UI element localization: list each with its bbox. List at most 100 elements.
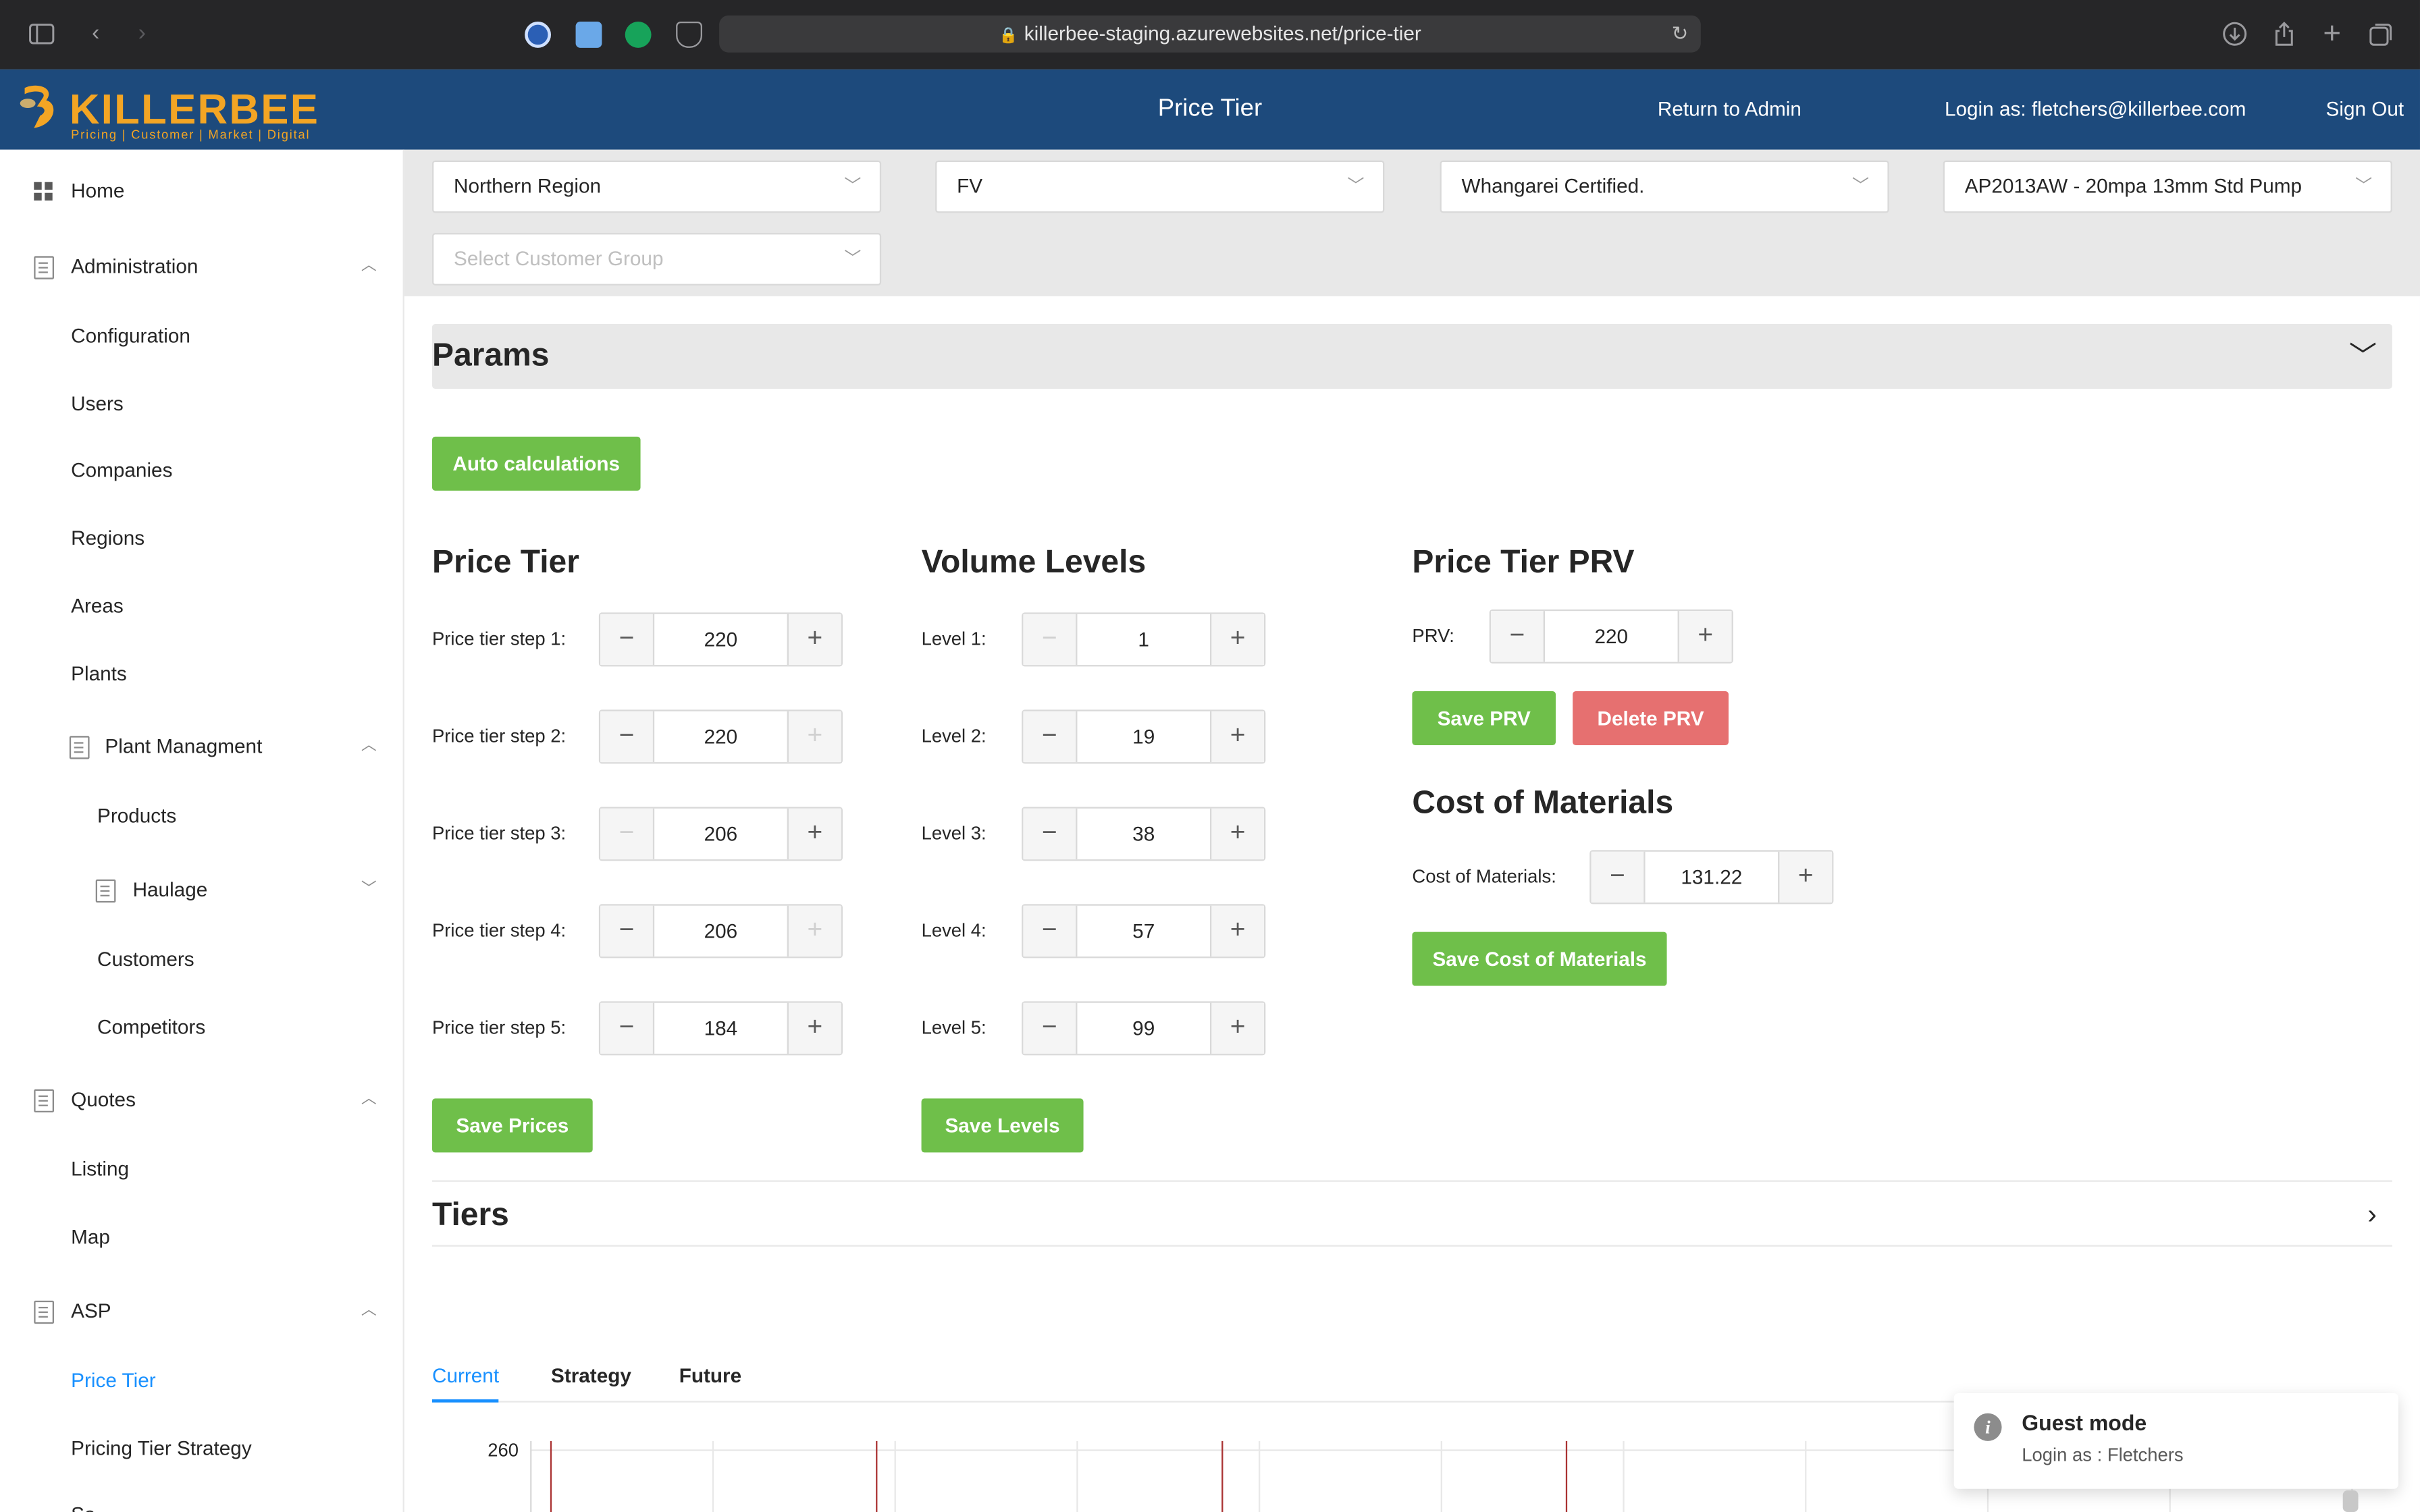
tab-future[interactable]: Future: [679, 1357, 741, 1395]
level-4-stepper[interactable]: − 57 +: [1022, 904, 1266, 959]
decrement-button[interactable]: −: [1023, 905, 1078, 957]
save-prices-button[interactable]: Save Prices: [431, 1098, 593, 1153]
killerbee-logo[interactable]: KILLERBEE Pricing | Customer | Market | …: [18, 79, 327, 144]
scrollbar[interactable]: [2342, 1490, 2359, 1512]
cost-of-materials-stepper[interactable]: − 131.22 +: [1589, 850, 1834, 905]
stepper-value[interactable]: 220: [654, 711, 787, 762]
company-select[interactable]: FV ﹀: [935, 160, 1385, 213]
sidebar-item-competitors[interactable]: Competitors: [0, 1004, 404, 1051]
increment-button[interactable]: +: [1209, 808, 1264, 860]
save-prv-button[interactable]: Save PRV: [1412, 691, 1556, 745]
stepper-value[interactable]: 99: [1077, 1003, 1210, 1054]
tab-overview-icon[interactable]: [2367, 20, 2395, 48]
sidebar-item-regions[interactable]: Regions: [0, 515, 404, 562]
sidebar-item-pricing-tier-strategy[interactable]: Pricing Tier Strategy: [0, 1426, 404, 1472]
grammarly-icon[interactable]: [625, 21, 652, 48]
increment-button[interactable]: +: [787, 808, 841, 860]
download-icon[interactable]: [2221, 20, 2248, 48]
sidebar-item-map[interactable]: Map: [0, 1214, 404, 1261]
password-manager-icon[interactable]: [525, 21, 551, 48]
stepper-value[interactable]: 38: [1077, 809, 1210, 859]
sidebar-item-home[interactable]: Home: [0, 168, 404, 215]
plant-select[interactable]: Whangarei Certified. ﹀: [1440, 160, 1889, 213]
shield-icon[interactable]: [676, 21, 702, 48]
customer-group-select[interactable]: Select Customer Group ﹀: [431, 233, 882, 286]
reload-icon[interactable]: ↻: [1672, 16, 1689, 53]
increment-button[interactable]: +: [1209, 905, 1264, 957]
decrement-button[interactable]: −: [1023, 614, 1078, 666]
decrement-button[interactable]: −: [600, 711, 655, 763]
sidebar-item-price-tier[interactable]: Price Tier: [0, 1357, 404, 1404]
sidebar-item-users[interactable]: Users: [0, 381, 404, 428]
sidebar-item-listing[interactable]: Listing: [0, 1146, 404, 1193]
tiers-panel-header[interactable]: Tiers ›: [431, 1180, 2392, 1247]
return-to-admin-link[interactable]: Return to Admin: [1658, 70, 1801, 150]
params-panel-header[interactable]: Params ﹀: [431, 323, 2392, 389]
price-tier-step-5-stepper[interactable]: − 184 +: [598, 1001, 843, 1056]
increment-button[interactable]: +: [1209, 1002, 1264, 1054]
stepper-value[interactable]: 206: [654, 809, 787, 859]
price-tier-step-2-stepper[interactable]: − 220 +: [598, 709, 843, 764]
decrement-button[interactable]: −: [1023, 1002, 1078, 1054]
sidebar-toggle-icon[interactable]: [28, 20, 55, 48]
increment-button[interactable]: +: [1209, 614, 1264, 666]
sidebar-item-plant-management[interactable]: Plant Managment ︿: [0, 724, 404, 770]
sidebar-item-quotes[interactable]: Quotes ︿: [0, 1077, 404, 1123]
increment-button[interactable]: +: [1209, 711, 1264, 763]
stepper-value[interactable]: 206: [654, 906, 787, 956]
stepper-value[interactable]: 131.22: [1646, 852, 1779, 902]
stepper-value[interactable]: 1: [1077, 614, 1210, 665]
forward-icon[interactable]: ›: [128, 20, 156, 48]
price-tier-step-3-stepper[interactable]: − 206 +: [598, 807, 843, 861]
sidebar-item-cutoff[interactable]: Sa......: [0, 1492, 404, 1512]
sidebar-item-configuration[interactable]: Configuration: [0, 313, 404, 360]
sidebar-item-administration[interactable]: Administration ︿: [0, 244, 404, 290]
sidebar-item-areas[interactable]: Areas: [0, 583, 404, 630]
extension-icon[interactable]: [575, 21, 602, 48]
sidebar-item-haulage[interactable]: Haulage ﹀: [0, 867, 404, 914]
decrement-button[interactable]: −: [1490, 611, 1545, 662]
increment-button[interactable]: +: [787, 614, 841, 666]
level-5-stepper[interactable]: − 99 +: [1022, 1001, 1266, 1056]
decrement-button[interactable]: −: [1023, 711, 1078, 763]
prv-stepper[interactable]: − 220 +: [1489, 609, 1733, 664]
decrement-button[interactable]: −: [1023, 808, 1078, 860]
decrement-button[interactable]: −: [1591, 851, 1646, 903]
tab-strategy[interactable]: Strategy: [551, 1357, 631, 1395]
share-icon[interactable]: [2270, 20, 2298, 48]
region-select[interactable]: Northern Region ﹀: [431, 160, 882, 213]
new-tab-icon[interactable]: +: [2318, 18, 2346, 49]
sidebar-item-customers[interactable]: Customers: [0, 936, 404, 983]
sidebar-item-plants[interactable]: Plants: [0, 651, 404, 698]
decrement-button[interactable]: −: [600, 905, 655, 957]
level-1-stepper[interactable]: − 1 +: [1022, 612, 1266, 667]
auto-calculations-button[interactable]: Auto calculations: [431, 436, 641, 491]
increment-button[interactable]: +: [787, 1002, 841, 1054]
stepper-value[interactable]: 220: [1545, 611, 1678, 662]
decrement-button[interactable]: −: [600, 1002, 655, 1054]
decrement-button[interactable]: −: [600, 808, 655, 860]
level-3-stepper[interactable]: − 38 +: [1022, 807, 1266, 861]
sidebar-item-companies[interactable]: Companies: [0, 448, 404, 494]
delete-prv-button[interactable]: Delete PRV: [1573, 691, 1729, 745]
stepper-value[interactable]: 220: [654, 614, 787, 665]
stepper-value[interactable]: 19: [1077, 711, 1210, 762]
stepper-value[interactable]: 57: [1077, 906, 1210, 956]
product-select[interactable]: AP2013AW - 20mpa 13mm Std Pump ﹀: [1943, 160, 2392, 213]
address-bar[interactable]: 🔒 killerbee-staging.azurewebsites.net/pri…: [719, 15, 1701, 53]
decrement-button[interactable]: −: [600, 614, 655, 666]
stepper-value[interactable]: 184: [654, 1003, 787, 1054]
back-icon[interactable]: ‹: [82, 20, 109, 48]
increment-button[interactable]: +: [1778, 851, 1833, 903]
tab-current[interactable]: Current: [431, 1357, 500, 1403]
price-tier-step-1-stepper[interactable]: − 220 +: [598, 612, 843, 667]
increment-button[interactable]: +: [787, 711, 841, 763]
sidebar-item-asp[interactable]: ASP ︿: [0, 1289, 404, 1335]
sidebar-item-products[interactable]: Products: [0, 793, 404, 840]
price-tier-step-4-stepper[interactable]: − 206 +: [598, 904, 843, 959]
save-levels-button[interactable]: Save Levels: [921, 1098, 1084, 1153]
increment-button[interactable]: +: [787, 905, 841, 957]
save-cost-of-materials-button[interactable]: Save Cost of Materials: [1412, 932, 1667, 986]
increment-button[interactable]: +: [1677, 611, 1732, 662]
level-2-stepper[interactable]: − 19 +: [1022, 709, 1266, 764]
